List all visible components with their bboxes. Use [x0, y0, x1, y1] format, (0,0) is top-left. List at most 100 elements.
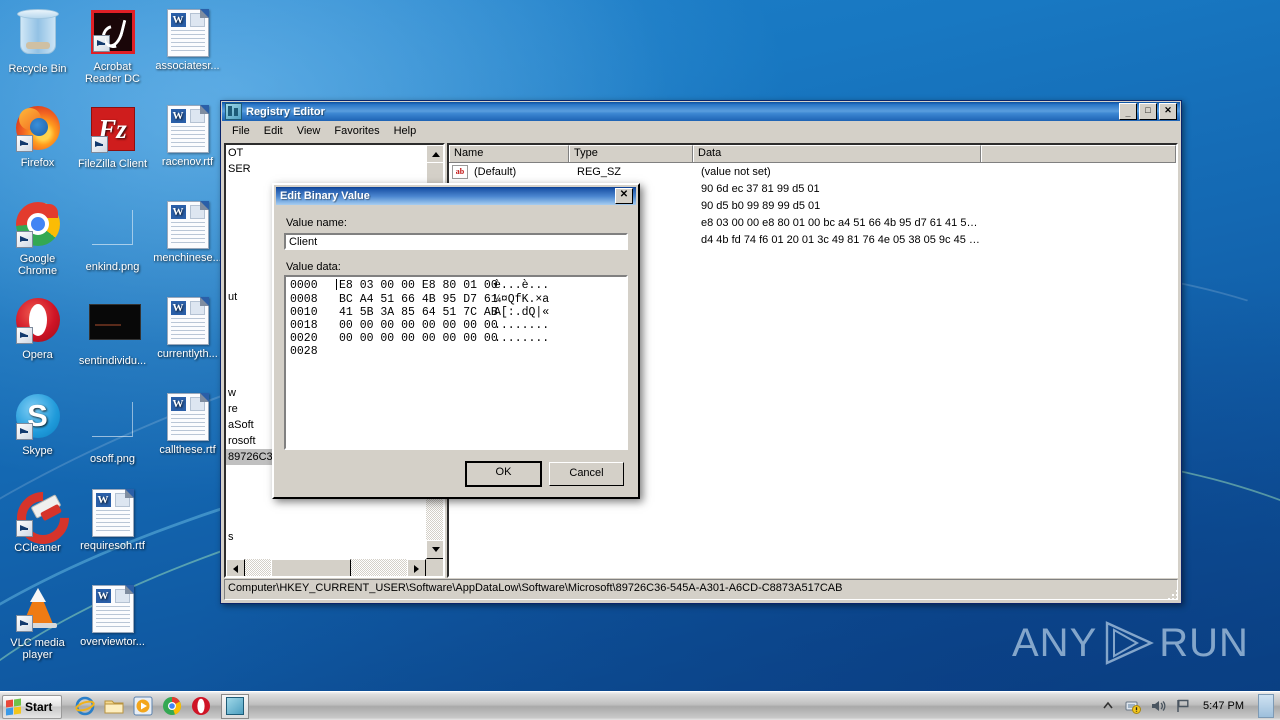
- desktop-icon-callthese-rtf[interactable]: W callthese.rtf: [150, 392, 225, 456]
- taskbar-button-registry-editor[interactable]: [221, 693, 249, 719]
- hex-bytes: E8 03 00 00 E8 80 01 00: [339, 279, 498, 292]
- dialog-close-button[interactable]: ✕: [615, 188, 633, 204]
- scroll-left-button[interactable]: [226, 559, 245, 576]
- desktop-icon-label: Google Chrome: [17, 253, 58, 277]
- show-hidden-icons-icon[interactable]: [1100, 698, 1116, 714]
- desktop-icon-currentlyth[interactable]: W currentlyth...: [150, 296, 225, 360]
- tree-horizontal-scrollbar[interactable]: [226, 559, 426, 576]
- menu-item-view[interactable]: View: [290, 123, 328, 139]
- play-triangle-icon: [1106, 621, 1155, 665]
- start-button[interactable]: Start: [2, 694, 62, 719]
- action-center-flag-icon[interactable]: [1175, 698, 1191, 714]
- hex-offset: 0020: [290, 332, 318, 345]
- edit-binary-value-dialog[interactable]: Edit Binary Value ✕ Value name: Client V…: [272, 183, 640, 499]
- scroll-down-button[interactable]: [426, 540, 443, 559]
- desktop-icon-label: menchinese...: [153, 252, 222, 264]
- volume-icon[interactable]: [1150, 698, 1166, 714]
- desktop-icon-opera[interactable]: Opera: [0, 296, 75, 361]
- menu-item-help[interactable]: Help: [387, 123, 424, 139]
- status-bar: Computer\HKEY_CURRENT_USER\Software\AppD…: [224, 579, 1178, 600]
- dialog-titlebar[interactable]: Edit Binary Value ✕: [276, 187, 636, 205]
- close-button[interactable]: ✕: [1159, 103, 1177, 120]
- tree-item[interactable]: [226, 497, 426, 513]
- column-header-data[interactable]: Data: [693, 145, 981, 162]
- desktop-icon-osoff-png[interactable]: osoff.png: [75, 392, 150, 465]
- table-row[interactable]: ab (Default) REG_SZ (value not set): [449, 163, 1176, 180]
- tree-item[interactable]: s: [226, 529, 426, 545]
- desktop-icon-label: requiresoh.rtf: [80, 540, 145, 552]
- chrome-icon[interactable]: [162, 696, 182, 716]
- desktop-icon-grid: Recycle Bin Acrobat Reader DC W associat…: [0, 0, 225, 700]
- desktop-icon-requiresoh-rtf[interactable]: W requiresoh.rtf: [75, 488, 150, 552]
- column-header-type[interactable]: Type: [569, 145, 693, 162]
- internet-explorer-icon[interactable]: [75, 696, 95, 716]
- cancel-button[interactable]: Cancel: [549, 462, 624, 486]
- taskbar-clock[interactable]: 5:47 PM: [1200, 700, 1247, 712]
- ok-button[interactable]: OK: [465, 461, 542, 487]
- desktop-icon-skype[interactable]: Skype: [0, 392, 75, 457]
- document-icon: W: [89, 489, 137, 537]
- desktop-icon-google-chrome[interactable]: Google Chrome: [0, 200, 75, 277]
- desktop-icon-firefox[interactable]: Firefox: [0, 104, 75, 169]
- windows-explorer-icon[interactable]: [104, 696, 124, 716]
- desktop-icon-racenov-rtf[interactable]: W racenov.rtf: [150, 104, 225, 168]
- document-icon: W: [164, 297, 212, 345]
- hex-ascii: è...è...: [494, 279, 550, 292]
- opera-icon: [14, 298, 62, 346]
- desktop-icon-label: FileZilla Client: [77, 158, 148, 170]
- desktop[interactable]: Recycle Bin Acrobat Reader DC W associat…: [0, 0, 1280, 720]
- media-player-icon[interactable]: [133, 696, 153, 716]
- hex-bytes: 00 00 00 00 00 00 00 00: [339, 319, 498, 332]
- hex-row: 0028: [286, 345, 626, 358]
- tree-item[interactable]: SER: [226, 161, 426, 177]
- taskbar[interactable]: Start 5:47 PM: [0, 691, 1280, 720]
- hex-bytes: 41 5B 3A 85 64 51 7C AB: [339, 306, 498, 319]
- desktop-icon-label: VLC media player: [10, 637, 65, 661]
- tree-item[interactable]: [226, 513, 426, 529]
- document-icon: W: [164, 201, 212, 249]
- desktop-icon-sentindividu[interactable]: sentindividu...: [75, 296, 150, 367]
- show-desktop-button[interactable]: [1258, 694, 1274, 718]
- menu-item-file[interactable]: File: [225, 123, 257, 139]
- column-header-name[interactable]: Name: [449, 145, 569, 162]
- vlc-icon: [14, 586, 62, 634]
- resize-grip[interactable]: [1164, 586, 1178, 600]
- value-name: (Default): [474, 165, 517, 178]
- tree-item[interactable]: [226, 545, 426, 559]
- desktop-icon-label: currentlyth...: [157, 348, 218, 360]
- ccleaner-icon: [5, 481, 80, 555]
- scrollbar-thumb[interactable]: [271, 559, 351, 576]
- values-column-header[interactable]: Name Type Data: [449, 145, 1176, 163]
- image-file-icon: [89, 402, 137, 450]
- scroll-right-button[interactable]: [407, 559, 426, 576]
- document-icon: W: [89, 585, 137, 633]
- menu-item-edit[interactable]: Edit: [257, 123, 290, 139]
- desktop-icon-label: Firefox: [20, 157, 55, 169]
- value-name-input[interactable]: Client: [284, 233, 628, 250]
- registry-editor-titlebar[interactable]: Registry Editor _ □ ✕: [222, 102, 1180, 121]
- desktop-icon-associatesr[interactable]: W associatesr...: [150, 8, 225, 72]
- maximize-button[interactable]: □: [1139, 103, 1157, 120]
- hex-editor[interactable]: 0000 E8 03 00 00 E8 80 01 00 è...è... 00…: [284, 275, 628, 450]
- network-icon[interactable]: [1125, 698, 1142, 714]
- desktop-icon-recycle-bin[interactable]: Recycle Bin: [0, 8, 75, 75]
- desktop-icon-label: racenov.rtf: [161, 156, 214, 168]
- desktop-icon-overviewtor[interactable]: W overviewtor...: [75, 584, 150, 648]
- desktop-icon-filezilla-client[interactable]: Fz FileZilla Client: [75, 104, 150, 170]
- menu-item-favorites[interactable]: Favorites: [327, 123, 386, 139]
- hex-offset: 0018: [290, 319, 318, 332]
- desktop-icon-vlc-media-player[interactable]: VLC media player: [0, 584, 75, 661]
- opera-icon[interactable]: [191, 696, 211, 716]
- desktop-icon-enkind-png[interactable]: enkind.png: [75, 200, 150, 273]
- filezilla-icon: Fz: [89, 107, 137, 155]
- menu-bar: File Edit View Favorites Help: [221, 122, 1181, 140]
- minimize-button[interactable]: _: [1119, 103, 1137, 120]
- tree-item[interactable]: OT: [226, 145, 426, 161]
- desktop-icon-ccleaner[interactable]: CCleaner: [0, 481, 80, 555]
- registry-editor-icon: [226, 697, 244, 715]
- desktop-icon-menchinese[interactable]: W menchinese...: [150, 200, 225, 264]
- image-file-icon: [89, 210, 137, 258]
- desktop-icon-acrobat-reader-dc[interactable]: Acrobat Reader DC: [75, 8, 150, 85]
- acrobat-icon: [89, 10, 137, 58]
- system-tray: 5:47 PM: [1100, 692, 1280, 720]
